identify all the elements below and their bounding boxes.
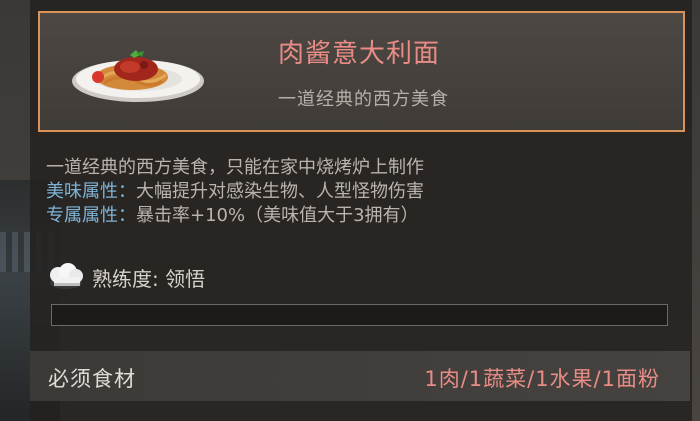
exclusive-attribute-text: 暴击率+10%（美味值大于3拥有）: [136, 205, 419, 226]
exclusive-attribute-row: 专属属性：暴击率+10%（美味值大于3拥有）: [46, 204, 424, 228]
required-ingredients-row: 必须食材 1肉/1蔬菜/1水果/1面粉: [30, 351, 690, 401]
flavor-attribute-label: 美味属性：: [46, 181, 136, 202]
mastery-label: 熟练度: 领悟: [92, 266, 206, 291]
dish-description: 一道经典的西方美食，只能在家中烧烤炉上制作 美味属性：大幅提升对感染生物、人型怪…: [46, 156, 424, 228]
exclusive-attribute-label: 专属属性：: [46, 205, 136, 226]
flavor-attribute-row: 美味属性：大幅提升对感染生物、人型怪物伤害: [46, 180, 424, 204]
mastery-progress-bar: [51, 304, 668, 326]
flavor-attribute-text: 大幅提升对感染生物、人型怪物伤害: [136, 181, 424, 202]
spaghetti-dish-icon: [72, 50, 204, 102]
chef-hat-icon: [50, 263, 83, 289]
ingredients-value: 1肉/1蔬菜/1水果/1面粉: [424, 367, 660, 391]
ingredients-label: 必须食材: [48, 367, 136, 391]
dish-header-card: 肉酱意大利面 一道经典的西方美食: [38, 11, 685, 132]
mastery-row: 熟练度: 领悟: [46, 262, 205, 292]
dish-subtitle: 一道经典的西方美食: [278, 89, 449, 110]
description-line: 一道经典的西方美食，只能在家中烧烤炉上制作: [46, 157, 424, 178]
dish-title: 肉酱意大利面: [278, 39, 441, 69]
